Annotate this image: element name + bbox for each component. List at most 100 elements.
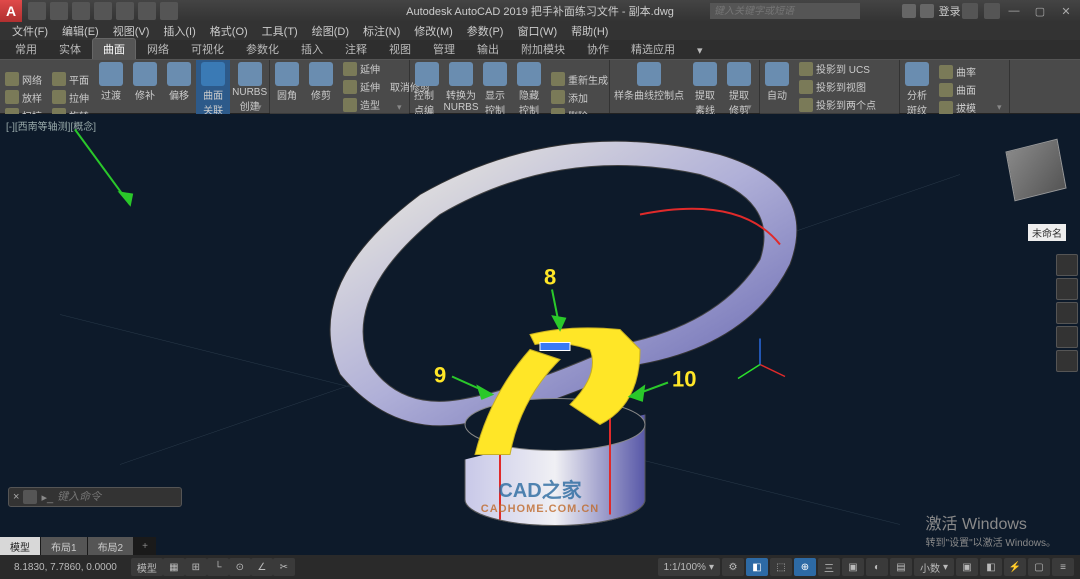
tab-overflow-icon[interactable]: ▾ (686, 41, 714, 59)
tab-addins[interactable]: 附加模块 (510, 38, 576, 59)
blend-icon (99, 62, 123, 86)
status-filter-icon[interactable]: ◐ (866, 558, 888, 576)
status-polar-icon[interactable]: ⊙ (229, 558, 251, 576)
command-input[interactable] (57, 491, 177, 503)
status-customize-icon[interactable]: ≡ (1052, 558, 1074, 576)
status-dyn-ucs-icon[interactable]: ▣ (842, 558, 864, 576)
status-otrack-icon[interactable]: ✂ (273, 558, 295, 576)
btn-project-ucs[interactable]: 投影到 UCS (796, 60, 879, 77)
qat-save-icon[interactable] (72, 2, 90, 20)
tab-view[interactable]: 视图 (378, 38, 422, 59)
tab-output[interactable]: 输出 (466, 38, 510, 59)
btn-trim[interactable]: 修剪 (304, 60, 338, 113)
btn-project-2pt[interactable]: 投影到两个点 (796, 96, 879, 113)
command-close-icon[interactable]: × (13, 491, 19, 503)
menu-parametric[interactable]: 参数(P) (461, 23, 510, 39)
qat-open-icon[interactable] (50, 2, 68, 20)
status-3dosnap-icon[interactable]: 三 (818, 558, 840, 576)
btn-network[interactable]: 网络 (2, 71, 45, 88)
status-gear-icon[interactable]: ⚙ (722, 558, 744, 576)
panel-expand-icon[interactable]: ▾ (997, 102, 1007, 112)
menu-tools[interactable]: 工具(T) (256, 23, 304, 39)
maximize-button[interactable]: ▢ (1028, 3, 1052, 19)
layout-tab-2[interactable]: 布局2 (88, 537, 134, 556)
status-snap-icon[interactable]: ⊞ (185, 558, 207, 576)
btn-auto-trim[interactable]: 自动 (760, 60, 794, 113)
layout-tab-model[interactable]: 模型 (0, 537, 40, 556)
tab-mesh[interactable]: 网络 (136, 38, 180, 59)
btn-analysis-surf[interactable]: 曲面 (936, 81, 979, 98)
menu-help[interactable]: 帮助(H) (565, 23, 614, 39)
btn-add-cv[interactable]: 添加 (548, 89, 611, 106)
panel-expand-icon[interactable]: ▾ (747, 102, 757, 112)
status-quickprops-icon[interactable]: ▣ (956, 558, 978, 576)
btn-extract-iso[interactable]: 提取 素线 (688, 60, 722, 119)
menu-view[interactable]: 视图(V) (107, 23, 156, 39)
btn-sculpt[interactable]: 造型 (340, 96, 383, 113)
auto-trim-icon (765, 62, 789, 86)
btn-curvature[interactable]: 曲率 (936, 63, 979, 80)
status-osnap-icon[interactable]: ∠ (251, 558, 273, 576)
btn-extend[interactable]: 延伸 (340, 60, 383, 77)
menu-format[interactable]: 格式(O) (204, 23, 254, 39)
tab-featured[interactable]: 精选应用 (620, 38, 686, 59)
status-iso-icon[interactable]: ◧ (980, 558, 1002, 576)
command-customize-icon[interactable] (23, 490, 37, 504)
menu-dimension[interactable]: 标注(N) (357, 23, 406, 39)
tab-visualize[interactable]: 可视化 (180, 38, 235, 59)
layout-tab-1[interactable]: 布局1 (41, 537, 87, 556)
status-hardware-icon[interactable]: ⚡ (1004, 558, 1026, 576)
qat-new-icon[interactable] (28, 2, 46, 20)
status-clean-icon[interactable]: ▢ (1028, 558, 1050, 576)
btn-loft[interactable]: 放样 (2, 89, 45, 106)
tab-parametric[interactable]: 参数化 (235, 38, 290, 59)
tab-insert[interactable]: 插入 (290, 38, 334, 59)
qat-saveas-icon[interactable] (94, 2, 112, 20)
status-grid-icon[interactable]: ▦ (163, 558, 185, 576)
help-icon[interactable] (984, 3, 1000, 19)
exchange-icon[interactable] (962, 3, 978, 19)
help-search-input[interactable] (710, 3, 860, 19)
tab-collaborate[interactable]: 协作 (576, 38, 620, 59)
tab-solid[interactable]: 实体 (48, 38, 92, 59)
status-scale[interactable]: 1:1/100%▾ (658, 558, 720, 576)
status-transparency-icon[interactable]: ⬚ (770, 558, 792, 576)
menu-window[interactable]: 窗口(W) (511, 23, 563, 39)
btn-zebra[interactable]: 分析 斑纹 (900, 60, 934, 119)
rebuild-icon (551, 72, 565, 86)
menu-modify[interactable]: 修改(M) (408, 23, 459, 39)
qat-undo-icon[interactable] (138, 2, 156, 20)
minimize-button[interactable]: — (1002, 3, 1026, 19)
status-lwt-icon[interactable]: ◧ (746, 558, 768, 576)
btn-project-view[interactable]: 投影到视图 (796, 78, 879, 95)
status-cycling-icon[interactable]: ⊕ (794, 558, 816, 576)
qat-plot-icon[interactable] (116, 2, 134, 20)
tab-home[interactable]: 常用 (4, 38, 48, 59)
close-button[interactable]: ✕ (1054, 3, 1078, 19)
btn-spline-cv[interactable]: 样条曲线控制点 (610, 60, 688, 119)
btn-rebuild[interactable]: 重新生成 (548, 71, 611, 88)
btn-fillet[interactable]: 圆角 (270, 60, 304, 113)
command-line[interactable]: × ▸_ (8, 487, 182, 507)
status-model-toggle[interactable]: 模型 (131, 558, 163, 576)
btn-extrude[interactable]: 拉伸 (49, 89, 92, 106)
tab-annotate[interactable]: 注释 (334, 38, 378, 59)
status-units[interactable]: 小数▾ (914, 558, 954, 576)
panel-expand-icon[interactable]: ▾ (397, 102, 407, 112)
btn-planar[interactable]: 平面 (49, 71, 92, 88)
app-logo-icon[interactable]: A (0, 0, 22, 22)
status-gizmo-icon[interactable]: ▤ (890, 558, 912, 576)
tab-manage[interactable]: 管理 (422, 38, 466, 59)
qat-redo-icon[interactable] (160, 2, 178, 20)
drawing-viewport[interactable]: [-][西南等轴测][概念] 未命名 (0, 114, 1080, 555)
menu-file[interactable]: 文件(F) (6, 23, 54, 39)
panel-expand-icon[interactable]: ▾ (257, 102, 267, 112)
layout-add-button[interactable]: + (134, 539, 156, 554)
menu-insert[interactable]: 插入(I) (157, 23, 201, 39)
status-ortho-icon[interactable]: └ (207, 558, 229, 576)
tab-surface[interactable]: 曲面 (92, 38, 136, 59)
menu-draw[interactable]: 绘图(D) (306, 23, 355, 39)
btn-extend2[interactable]: 延伸 (340, 78, 383, 95)
user-login[interactable]: 登录 ▾ (902, 3, 970, 19)
menu-edit[interactable]: 编辑(E) (56, 23, 105, 39)
